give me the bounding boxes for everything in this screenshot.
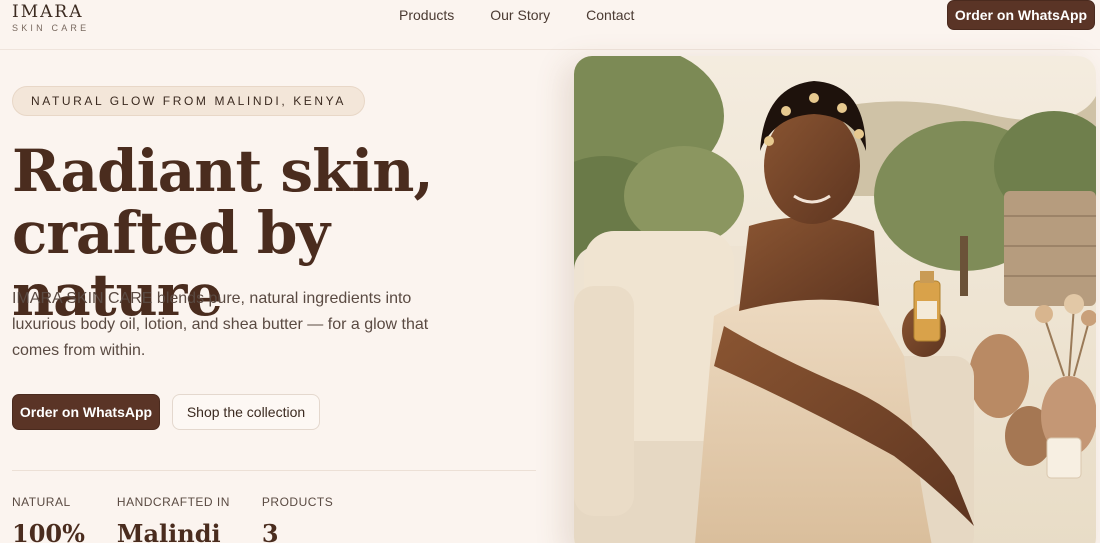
brand-tagline: SKIN CARE xyxy=(12,23,90,33)
hero-cta-group: Order on WhatsApp Shop the collection xyxy=(12,394,320,430)
hero-stats: NATURAL 100% HANDCRAFTED IN Malindi PROD… xyxy=(12,495,365,543)
site-header: IMARA SKIN CARE Products Our Story Conta… xyxy=(0,0,1100,50)
hero-image xyxy=(574,56,1096,543)
hero-eyebrow-badge: NATURAL GLOW FROM MALINDI, KENYA xyxy=(12,86,365,116)
stats-divider xyxy=(12,470,536,471)
stat-handcrafted: HANDCRAFTED IN Malindi xyxy=(117,495,230,543)
nav-link-contact[interactable]: Contact xyxy=(586,7,634,23)
stat-label: NATURAL xyxy=(12,495,71,509)
main-nav: Products Our Story Contact xyxy=(399,7,634,23)
header-whatsapp-button[interactable]: Order on WhatsApp xyxy=(947,0,1095,30)
stat-products: PRODUCTS 3 xyxy=(262,495,333,543)
stat-label: HANDCRAFTED IN xyxy=(116,495,230,509)
brand-name: IMARA xyxy=(12,2,84,22)
stat-natural: NATURAL 100% xyxy=(12,495,85,543)
stat-value: Malindi xyxy=(116,519,221,543)
shop-collection-button[interactable]: Shop the collection xyxy=(172,394,320,430)
nav-link-products[interactable]: Products xyxy=(399,7,454,23)
stat-label: PRODUCTS xyxy=(261,495,334,509)
nav-link-our-story[interactable]: Our Story xyxy=(490,7,550,23)
stat-value: 3 xyxy=(261,519,279,543)
stat-value: 100% xyxy=(12,519,85,543)
brand-logo[interactable]: IMARA SKIN CARE xyxy=(12,3,89,33)
hero-headline-line-1: Radiant skin, xyxy=(12,137,434,205)
hero-photo-illustration xyxy=(574,56,1096,543)
hero-description: IMARA SKIN CARE blends pure, natural ing… xyxy=(12,290,429,359)
hero-whatsapp-button[interactable]: Order on WhatsApp xyxy=(12,394,160,430)
